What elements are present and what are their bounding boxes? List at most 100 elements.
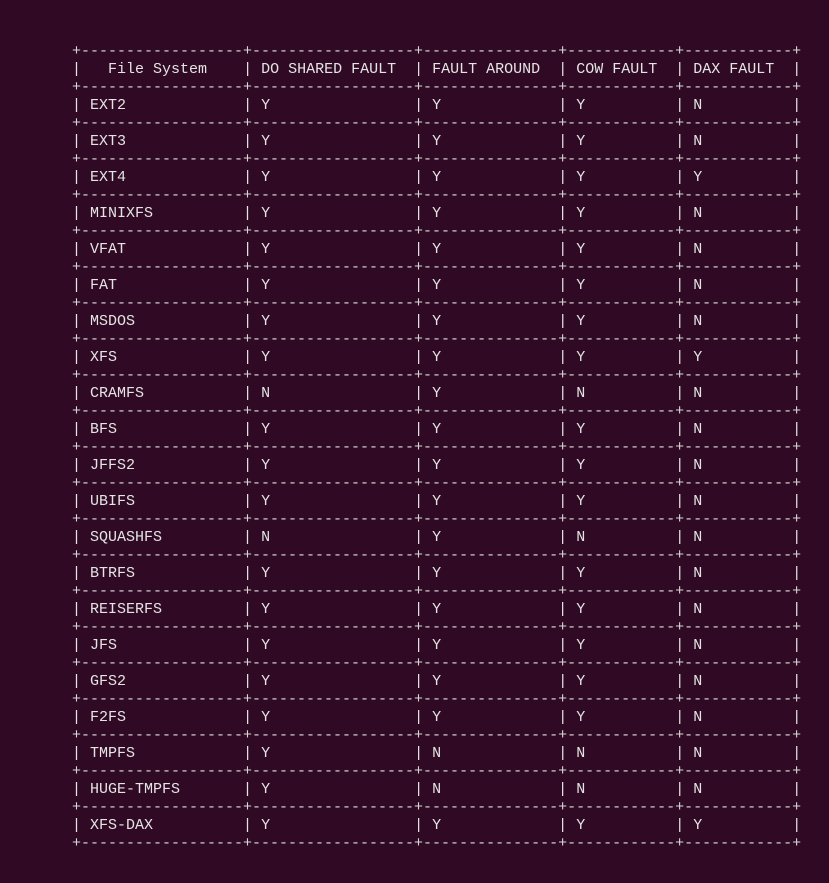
support-cell: Y — [432, 169, 442, 186]
support-cell: N — [693, 745, 703, 762]
support-cell: Y — [261, 745, 271, 762]
support-cell: Y — [693, 349, 703, 366]
column-header: FAULT AROUND — [432, 61, 541, 78]
support-cell: Y — [432, 205, 442, 222]
table-separator: +------------------+------------------+-… — [72, 655, 802, 672]
support-cell: Y — [432, 457, 442, 474]
support-cell: Y — [432, 565, 442, 582]
support-cell: Y — [432, 133, 442, 150]
support-cell: Y — [261, 781, 271, 798]
support-cell: N — [432, 781, 442, 798]
support-cell: N — [693, 385, 703, 402]
table-row: | BFS | Y | Y | Y | N | — [72, 421, 802, 438]
support-cell: N — [576, 781, 586, 798]
support-cell: Y — [576, 205, 586, 222]
support-cell: N — [693, 421, 703, 438]
support-cell: Y — [432, 529, 442, 546]
table-row: | UBIFS | Y | Y | Y | N | — [72, 493, 802, 510]
support-cell: Y — [576, 709, 586, 726]
table-row: | REISERFS | Y | Y | Y | N | — [72, 601, 802, 618]
table-separator: +------------------+------------------+-… — [72, 295, 802, 312]
support-cell: Y — [576, 565, 586, 582]
support-cell: Y — [693, 169, 703, 186]
support-cell: Y — [261, 493, 271, 510]
support-cell: N — [693, 493, 703, 510]
column-header: COW FAULT — [576, 61, 658, 78]
filesystem-name: EXT2 — [90, 97, 127, 114]
table-row: | GFS2 | Y | Y | Y | N | — [72, 673, 802, 690]
filesystem-name: JFS — [90, 637, 118, 654]
table-row: | EXT3 | Y | Y | Y | N | — [72, 133, 802, 150]
support-cell: Y — [576, 169, 586, 186]
support-cell: N — [693, 205, 703, 222]
support-cell: Y — [261, 709, 271, 726]
table-row: | XFS-DAX | Y | Y | Y | Y | — [72, 817, 802, 834]
table-row: | FAT | Y | Y | Y | N | — [72, 277, 802, 294]
table-header-row: | File System | DO SHARED FAULT | FAULT … — [72, 61, 802, 78]
support-cell: Y — [261, 637, 271, 654]
support-cell: Y — [576, 241, 586, 258]
filesystem-name: XFS-DAX — [90, 817, 154, 834]
support-cell: Y — [261, 133, 271, 150]
table-separator: +------------------+------------------+-… — [72, 43, 802, 60]
support-cell: Y — [576, 457, 586, 474]
table-separator: +------------------+------------------+-… — [72, 367, 802, 384]
table-separator: +------------------+------------------+-… — [72, 439, 802, 456]
support-cell: Y — [261, 421, 271, 438]
filesystem-name: EXT4 — [90, 169, 127, 186]
filesystem-name: BTRFS — [90, 565, 136, 582]
filesystem-name: BFS — [90, 421, 118, 438]
support-cell: Y — [693, 817, 703, 834]
filesystem-name: SQUASHFS — [90, 529, 163, 546]
filesystem-name: EXT3 — [90, 133, 127, 150]
support-cell: Y — [261, 97, 271, 114]
support-cell: Y — [576, 493, 586, 510]
support-cell: Y — [576, 313, 586, 330]
support-cell: Y — [432, 385, 442, 402]
support-cell: N — [693, 565, 703, 582]
table-separator: +------------------+------------------+-… — [72, 511, 802, 528]
support-cell: Y — [432, 277, 442, 294]
table-separator: +------------------+------------------+-… — [72, 79, 802, 96]
support-cell: Y — [261, 817, 271, 834]
table-row: | JFFS2 | Y | Y | Y | N | — [72, 457, 802, 474]
column-header: File System — [108, 61, 208, 78]
table-separator: +------------------+------------------+-… — [72, 619, 802, 636]
support-cell: Y — [576, 349, 586, 366]
support-cell: Y — [576, 601, 586, 618]
support-cell: N — [693, 313, 703, 330]
table-row: | TMPFS | Y | N | N | N | — [72, 745, 802, 762]
support-cell: N — [576, 529, 586, 546]
support-cell: Y — [432, 313, 442, 330]
support-cell: N — [261, 529, 271, 546]
table-separator: +------------------+------------------+-… — [72, 187, 802, 204]
table-row: | F2FS | Y | Y | Y | N | — [72, 709, 802, 726]
support-cell: Y — [432, 493, 442, 510]
column-header: DO SHARED FAULT — [261, 61, 397, 78]
support-cell: N — [693, 601, 703, 618]
support-cell: Y — [261, 673, 271, 690]
filesystem-name: UBIFS — [90, 493, 136, 510]
terminal-output: +------------------+------------------+-… — [72, 43, 801, 853]
support-cell: Y — [432, 421, 442, 438]
support-cell: Y — [432, 709, 442, 726]
filesystem-name: GFS2 — [90, 673, 127, 690]
support-cell: N — [693, 133, 703, 150]
table-separator: +------------------+------------------+-… — [72, 115, 802, 132]
table-row: | MSDOS | Y | Y | Y | N | — [72, 313, 802, 330]
table-row: | HUGE-TMPFS | Y | N | N | N | — [72, 781, 802, 798]
filesystem-name: JFFS2 — [90, 457, 136, 474]
support-cell: N — [432, 745, 442, 762]
table-row: | EXT2 | Y | Y | Y | N | — [72, 97, 802, 114]
filesystem-name: F2FS — [90, 709, 127, 726]
table-separator: +------------------+------------------+-… — [72, 763, 802, 780]
filesystem-name: CRAMFS — [90, 385, 145, 402]
support-cell: Y — [261, 169, 271, 186]
support-cell: Y — [261, 313, 271, 330]
support-cell: Y — [432, 817, 442, 834]
filesystem-name: HUGE-TMPFS — [90, 781, 181, 798]
support-cell: Y — [576, 133, 586, 150]
support-cell: Y — [576, 817, 586, 834]
table-row: | SQUASHFS | N | Y | N | N | — [72, 529, 802, 546]
support-cell: Y — [432, 349, 442, 366]
